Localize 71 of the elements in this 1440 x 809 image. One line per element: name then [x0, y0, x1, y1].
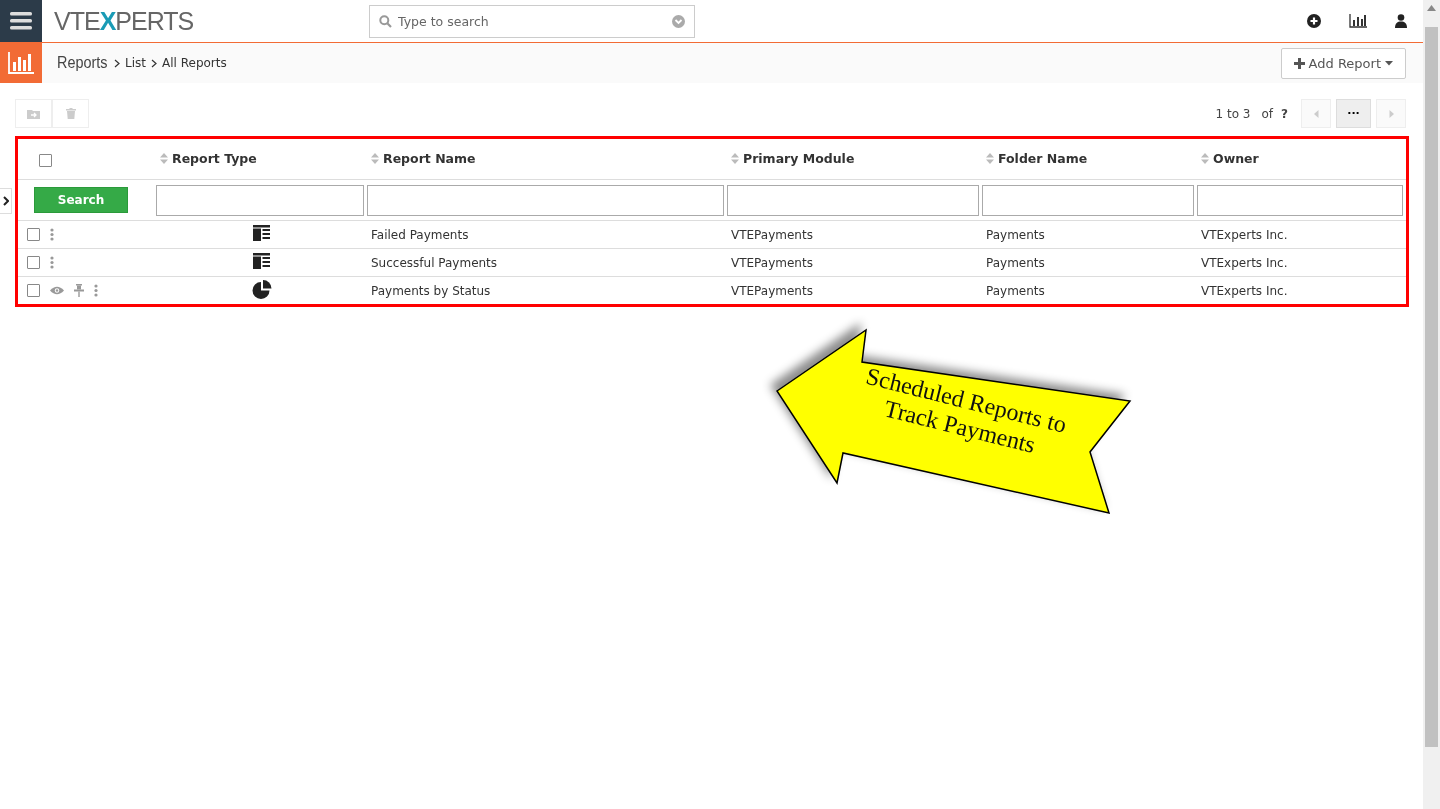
- chevron-icon: [114, 58, 121, 68]
- report-name-cell[interactable]: Failed Payments: [367, 220, 727, 249]
- module-title[interactable]: Reports: [57, 54, 108, 72]
- page-jump-button[interactable]: ···: [1336, 99, 1371, 128]
- search-field[interactable]: Type to search: [369, 4, 695, 38]
- add-icon[interactable]: [1307, 14, 1321, 28]
- caret-icon[interactable]: [1385, 60, 1393, 66]
- dropdown-icon[interactable]: [672, 14, 685, 28]
- chevron-icon[interactable]: [2, 196, 9, 206]
- right-caret-icon[interactable]: [1388, 109, 1394, 118]
- eye-icon[interactable]: [50, 286, 64, 295]
- user-icon[interactable]: [1395, 14, 1407, 28]
- table-cell: VTEPayments: [727, 248, 982, 277]
- select-all-checkbox[interactable]: [39, 153, 52, 167]
- pie-chart-icon: [251, 279, 272, 299]
- pin-icon[interactable]: [74, 284, 84, 297]
- row-checkbox[interactable]: [27, 284, 40, 297]
- bar-chart-icon[interactable]: [1349, 14, 1367, 28]
- table-cell: VTEPayments: [727, 276, 982, 304]
- chevron-icon: [151, 58, 157, 68]
- table-cell: Payments: [982, 248, 1197, 277]
- scroll-up-icon[interactable]: [1427, 5, 1436, 11]
- table-cell: VTExperts Inc.: [1197, 276, 1406, 304]
- page-total: ?: [1281, 106, 1288, 121]
- left-caret-icon[interactable]: [1313, 109, 1319, 118]
- sidebar-toggle-button[interactable]: [0, 188, 12, 214]
- column-header[interactable]: Primary Module: [743, 151, 855, 166]
- table-cell: VTEPayments: [727, 220, 982, 249]
- table-cell: Payments: [982, 220, 1197, 249]
- row-checkbox[interactable]: [27, 256, 40, 269]
- table-cell: Payments: [982, 276, 1197, 304]
- page-range: 1 to 3: [1215, 106, 1251, 121]
- column-header[interactable]: Owner: [1213, 151, 1259, 166]
- callout-text: Scheduled Reports to Track Payments: [862, 361, 1071, 460]
- sort-icon: [986, 153, 994, 164]
- folder-arrow-icon[interactable]: [27, 108, 40, 119]
- sort-icon: [371, 153, 379, 164]
- menu-button[interactable]: [0, 0, 42, 42]
- menu-icon[interactable]: [10, 12, 32, 30]
- plus-icon[interactable]: [1293, 57, 1305, 69]
- row-checkbox[interactable]: [27, 228, 40, 241]
- table-cell: VTExperts Inc.: [1197, 248, 1406, 277]
- delete-button[interactable]: [52, 99, 89, 128]
- search-icon: [379, 14, 392, 28]
- column-header[interactable]: Report Name: [383, 151, 476, 166]
- logo[interactable]: VTEXPERTS: [54, 6, 369, 36]
- scrollbar-thumb[interactable]: [1425, 27, 1438, 747]
- filter-field[interactable]: [1197, 184, 1403, 216]
- more-icon[interactable]: [50, 228, 54, 241]
- sort-icon: [1201, 153, 1209, 164]
- column-header[interactable]: Folder Name: [998, 151, 1088, 166]
- column-header[interactable]: Report Type: [172, 151, 257, 166]
- table-report-icon: [253, 225, 270, 241]
- report-name-cell[interactable]: Successful Payments: [367, 248, 727, 277]
- add-report-button[interactable]: Add Report: [1280, 47, 1406, 79]
- breadcrumb-link[interactable]: List: [125, 56, 146, 70]
- move-button[interactable]: [15, 99, 52, 128]
- more-icon[interactable]: [50, 256, 54, 269]
- sort-icon: [160, 153, 168, 164]
- report-name-cell[interactable]: Payments by Status: [367, 276, 727, 304]
- filter-field[interactable]: [367, 184, 724, 216]
- filter-field[interactable]: [156, 184, 364, 216]
- table-report-icon: [253, 253, 270, 269]
- filter-field[interactable]: [727, 184, 979, 216]
- page-of-label: of: [1261, 106, 1274, 121]
- sort-icon: [731, 153, 739, 164]
- filter-field[interactable]: [982, 184, 1194, 216]
- more-icon[interactable]: [94, 284, 98, 297]
- table-cell: VTExperts Inc.: [1197, 220, 1406, 249]
- trash-icon[interactable]: [65, 108, 76, 119]
- breadcrumb-link[interactable]: All Reports: [162, 56, 227, 70]
